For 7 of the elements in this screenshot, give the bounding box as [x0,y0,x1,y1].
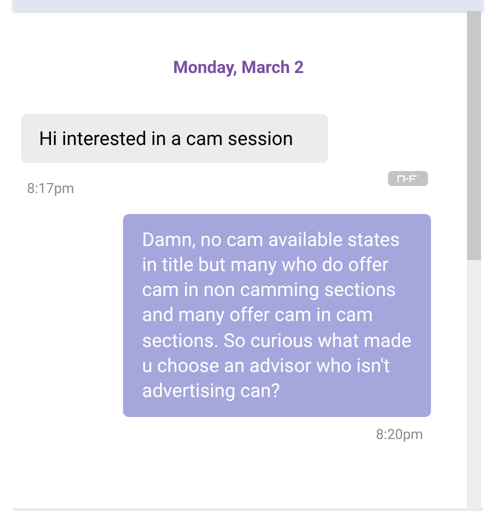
scrollbar-thumb[interactable] [467,11,481,260]
date-header: Monday, March 2 [172,57,304,80]
outgoing-message-bubble: Damn, no cam available states in title but many who do offer cam in non camming sections and many offer cam in cam sections. So curious what made u choose an advisor who isn't advertising can? [123,214,431,417]
logo-badge-icon [388,170,428,186]
message-time: 8:20pm [376,426,423,445]
incoming-message-bubble: Hi interested in a cam session [21,114,328,162]
message-time: 8:17pm [27,180,74,198]
